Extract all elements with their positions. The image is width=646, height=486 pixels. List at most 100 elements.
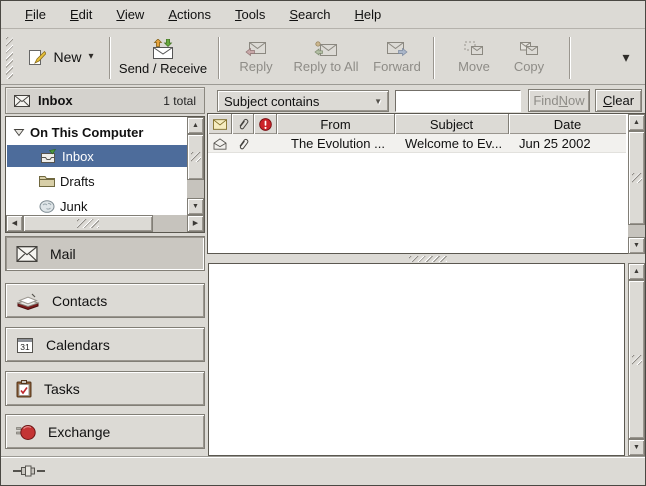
menu-edit-label: dit	[79, 7, 93, 22]
tree-item-label: Junk	[60, 199, 87, 214]
send-receive-button[interactable]: Send / Receive	[113, 32, 213, 82]
junk-icon	[39, 199, 55, 213]
scrollbar-thumb[interactable]	[187, 134, 204, 180]
pane-splitter[interactable]	[208, 254, 646, 263]
menu-search[interactable]: Search	[279, 3, 340, 26]
toolbar-overflow-button[interactable]: ▾	[613, 44, 639, 70]
column-attachment[interactable]	[232, 114, 254, 134]
search-input[interactable]	[395, 90, 521, 112]
message-list: From Subject Date The Evolution ... Welc…	[207, 113, 646, 254]
folder-message-count: 1 total	[163, 94, 196, 108]
toolbar: New ▾ Send / Receive Reply Reply to All …	[1, 30, 645, 85]
contacts-icon	[16, 292, 40, 310]
message-list-header: From Subject Date	[208, 114, 626, 134]
move-button: Move	[450, 32, 498, 82]
menu-tools[interactable]: Tools	[225, 3, 275, 26]
search-criteria-dropdown[interactable]: Subject contains ▼	[217, 90, 389, 112]
find-now-label: Find	[533, 93, 558, 108]
message-subject: Welcome to Ev...	[395, 134, 509, 153]
new-button[interactable]: New ▾	[17, 40, 105, 74]
current-folder-title: Inbox	[38, 93, 155, 108]
menu-edit-mnemonic: E	[70, 7, 79, 22]
clear-label: lear	[612, 93, 634, 108]
column-status[interactable]	[208, 114, 232, 134]
copy-label: Copy	[514, 59, 544, 74]
column-subject[interactable]: Subject	[395, 114, 509, 134]
attachment-icon	[236, 117, 250, 131]
find-now-mnemonic: N	[559, 93, 568, 108]
mail-icon	[16, 246, 38, 262]
shortcut-calendars-button[interactable]: Calendars	[5, 327, 205, 362]
scroll-up-button[interactable]: ▲	[628, 263, 645, 280]
reply-button: Reply	[227, 32, 285, 82]
new-button-label: New	[53, 49, 81, 65]
shortcut-exchange-button[interactable]: Exchange	[5, 414, 205, 449]
folder-tree: On This Computer Inbox Drafts Junk ▲ ▼ ◀…	[5, 116, 205, 233]
menu-actions-label: ctions	[177, 7, 211, 22]
menu-file-label: ile	[33, 7, 46, 22]
up-arrow-icon: ▲	[633, 119, 640, 126]
menu-edit[interactable]: Edit	[60, 3, 102, 26]
scroll-left-button[interactable]: ◀	[6, 215, 23, 232]
chevron-down-icon: ▾	[622, 50, 629, 64]
tree-node-on-this-computer[interactable]: On This Computer	[7, 121, 187, 143]
menu-file-mnemonic: F	[25, 7, 33, 22]
folder-title-bar: Inbox 1 total	[5, 87, 205, 114]
tree-node-junk[interactable]: Junk	[7, 195, 187, 217]
send-receive-label: Send / Receive	[119, 61, 207, 76]
online-connector-icon[interactable]	[13, 465, 45, 477]
shortcut-tasks-button[interactable]: Tasks	[5, 371, 205, 406]
toolbar-drag-handle[interactable]	[6, 37, 13, 79]
menu-help-label: elp	[364, 7, 381, 22]
menu-view[interactable]: View	[106, 3, 154, 26]
scrollbar-thumb[interactable]	[628, 280, 645, 439]
message-row[interactable]: The Evolution ... Welcome to Ev... Jun 2…	[208, 134, 626, 153]
scrollbar-thumb[interactable]	[628, 131, 645, 225]
preview-pane[interactable]	[208, 263, 625, 456]
expander-triangle-icon[interactable]	[13, 126, 25, 138]
shortcut-mail-label: Mail	[50, 246, 76, 262]
scroll-down-button[interactable]: ▼	[628, 237, 645, 254]
menu-search-label: earch	[298, 7, 331, 22]
menu-view-mnemonic: V	[116, 7, 124, 22]
column-date[interactable]: Date	[509, 114, 626, 134]
reply-label: Reply	[239, 59, 272, 74]
scroll-down-button[interactable]: ▼	[628, 439, 645, 456]
scroll-down-button[interactable]: ▼	[187, 198, 204, 215]
open-envelope-icon	[213, 138, 227, 150]
shortcut-mail-button[interactable]: Mail	[5, 236, 205, 271]
tree-item-label: Inbox	[62, 149, 94, 164]
menu-help[interactable]: Help	[345, 3, 392, 26]
forward-label: Forward	[373, 59, 421, 74]
tree-node-inbox[interactable]: Inbox	[7, 145, 187, 167]
combo-arrow-icon: ▼	[374, 97, 382, 106]
tree-item-label: Drafts	[60, 174, 95, 189]
menu-actions[interactable]: Actions	[158, 3, 221, 26]
toolbar-separator	[569, 37, 571, 79]
column-from[interactable]: From	[277, 114, 395, 134]
scroll-up-button[interactable]: ▲	[187, 117, 204, 134]
column-importance[interactable]	[254, 114, 277, 134]
shortcut-contacts-button[interactable]: Contacts	[5, 283, 205, 318]
clear-button[interactable]: Clear	[595, 89, 642, 112]
scroll-right-button[interactable]: ▶	[187, 215, 204, 232]
preview-scrollbar: ▲ ▼	[628, 263, 645, 456]
menu-search-mnemonic: S	[289, 7, 298, 22]
calendar-icon	[16, 336, 34, 354]
scroll-up-button[interactable]: ▲	[628, 114, 645, 131]
down-arrow-icon: ▼	[633, 242, 640, 249]
tree-node-drafts[interactable]: Drafts	[7, 170, 187, 192]
menu-tools-label: ools	[241, 7, 265, 22]
column-subject-label: Subject	[430, 117, 473, 132]
message-status-icon	[213, 119, 227, 130]
clear-mnemonic: C	[603, 93, 612, 108]
scrollbar-thumb[interactable]	[23, 215, 153, 232]
send-receive-icon	[150, 39, 176, 59]
copy-button: Copy	[505, 32, 553, 82]
toolbar-separator	[109, 37, 111, 79]
toolbar-separator	[218, 37, 220, 79]
shortcut-calendars-label: Calendars	[46, 337, 110, 353]
menu-file[interactable]: File	[15, 3, 56, 26]
mail-folder-icon	[14, 95, 30, 107]
message-date: Jun 25 2002	[509, 134, 626, 153]
